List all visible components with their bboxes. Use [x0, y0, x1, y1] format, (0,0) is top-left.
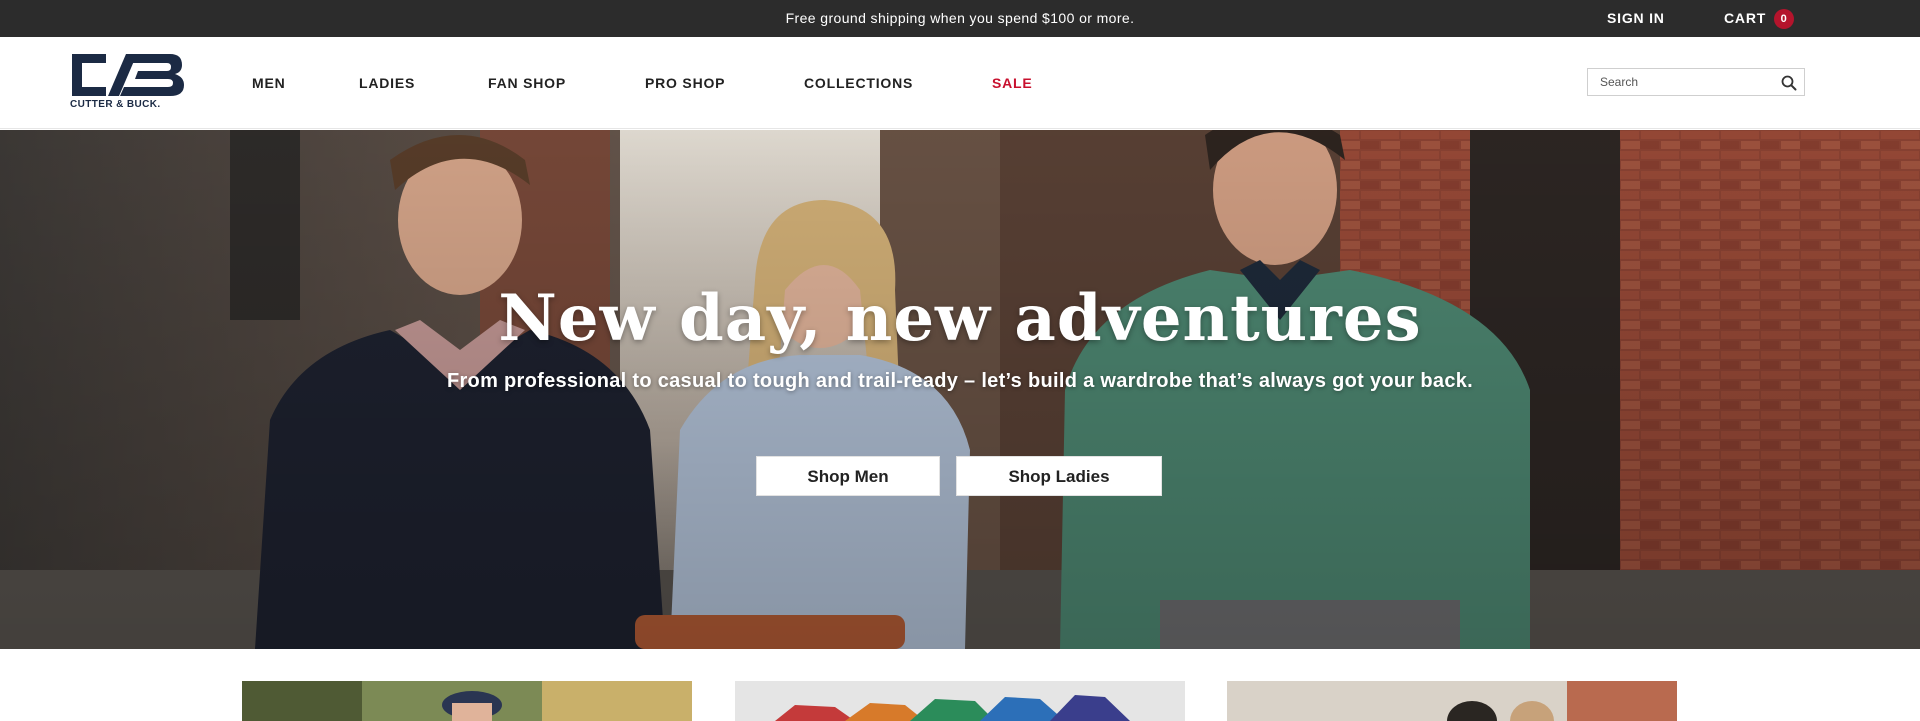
shop-men-button[interactable]: Shop Men	[756, 456, 940, 496]
brand-name: CUTTER & BUCK.	[70, 99, 161, 110]
nav-men[interactable]: MEN	[252, 37, 286, 129]
nav-sale[interactable]: SALE	[992, 37, 1033, 129]
category-tile-ladies[interactable]	[1227, 681, 1677, 721]
hero-title: New day, new adventures	[498, 281, 1422, 356]
cb-logo-icon	[72, 54, 184, 96]
nav-pro-shop[interactable]: PRO SHOP	[645, 37, 725, 129]
cart-count-badge: 0	[1774, 8, 1795, 29]
hero-subtitle: From professional to casual to tough and…	[446, 370, 1474, 392]
category-tile-men[interactable]	[242, 681, 692, 721]
category-tile-collections[interactable]	[735, 681, 1185, 721]
cart-link[interactable]: CART 0	[1724, 0, 1795, 37]
nav-fan-shop[interactable]: FAN SHOP	[488, 37, 566, 129]
cart-label: CART	[1724, 10, 1767, 26]
tile-image-colorful-shirts	[735, 681, 1185, 721]
search-input[interactable]	[1588, 69, 1768, 95]
promo-bar: Free ground shipping when you spend $100…	[0, 0, 1920, 37]
hero-banner: New day, new adventures From professiona…	[0, 130, 1920, 649]
search-button[interactable]	[1780, 74, 1798, 92]
search-icon	[1781, 75, 1797, 91]
site-header: CUTTER & BUCK. MEN LADIES FAN SHOP PRO S…	[0, 37, 1920, 129]
sign-in-link[interactable]: SIGN IN	[1607, 0, 1665, 37]
search-box	[1587, 68, 1805, 96]
nav-collections[interactable]: COLLECTIONS	[804, 37, 913, 129]
tile-image-women	[1227, 681, 1677, 721]
shop-ladies-button[interactable]: Shop Ladies	[956, 456, 1162, 496]
brand-logo[interactable]: CUTTER & BUCK.	[70, 52, 190, 116]
nav-ladies[interactable]: LADIES	[359, 37, 415, 129]
tile-image-golfer	[242, 681, 692, 721]
category-tiles	[0, 649, 1920, 721]
